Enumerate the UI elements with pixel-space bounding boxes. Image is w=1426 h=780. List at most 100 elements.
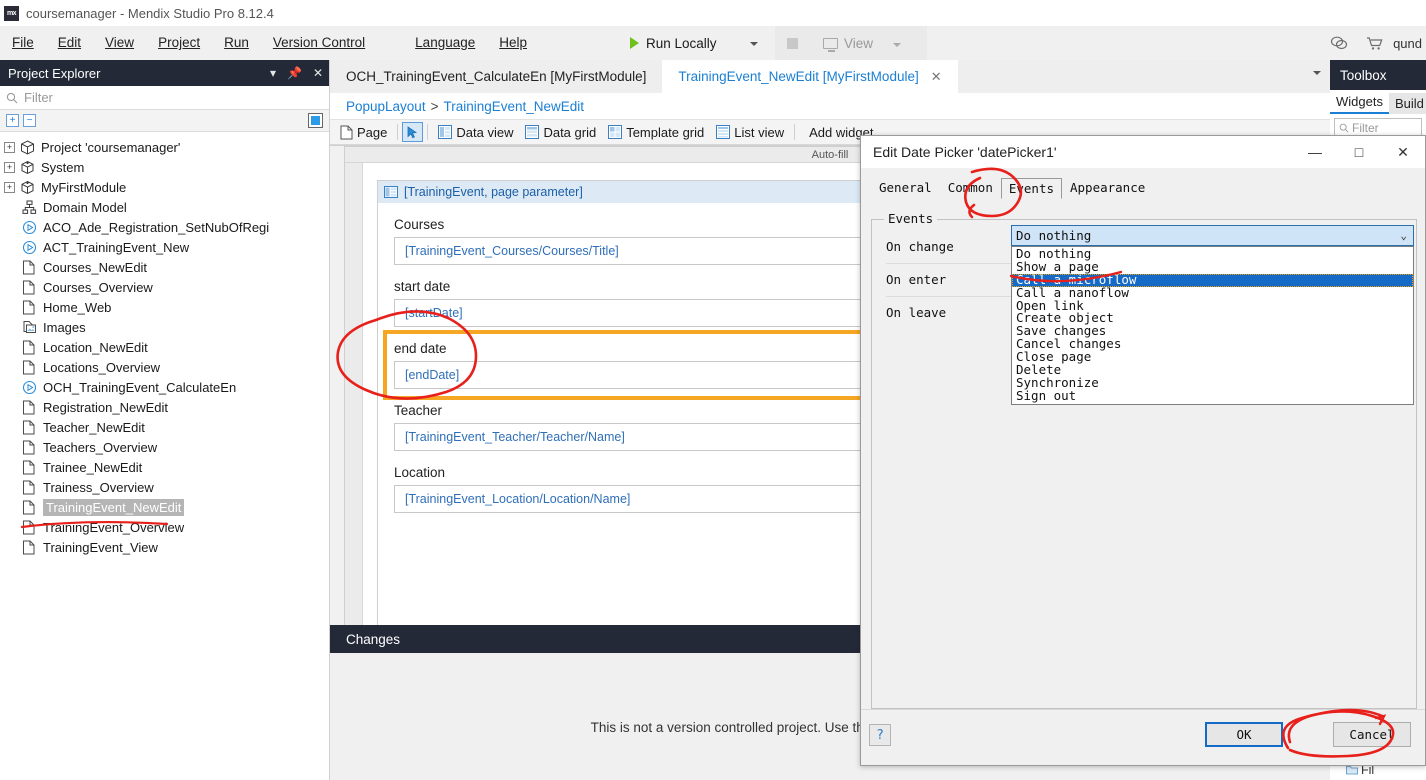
toolbar-page-button[interactable]: Page [334,120,393,144]
tree-item-trainingevent-overview[interactable]: TrainingEvent_Overview [0,517,329,537]
cursor-icon[interactable] [402,122,423,142]
tree-item-och-trainingevent-calculateen[interactable]: OCH_TrainingEvent_CalculateEn [0,377,329,397]
canvas-gutter [345,163,363,685]
dropdown-option-sign-out[interactable]: Sign out [1012,390,1413,403]
tab-appearance[interactable]: Appearance [1062,177,1153,198]
tab-build[interactable]: Build [1389,93,1426,114]
run-dropdown-caret-icon[interactable] [750,42,758,46]
tab-list-dropdown-icon[interactable] [1313,71,1321,75]
editor-tab-och-trainingevent-calculateen[interactable]: OCH_TrainingEvent_CalculateEn [MyFirstMo… [330,60,662,93]
menu-item-view[interactable]: View [93,26,146,60]
tree-item-project-coursemanager[interactable]: +Project 'coursemanager' [0,137,329,157]
tree-item-domain-model[interactable]: Domain Model [0,197,329,217]
tab-widgets[interactable]: Widgets [1330,91,1389,114]
tree-item-label: System [41,160,84,175]
module-icon [20,180,37,195]
project-tree[interactable]: +Project 'coursemanager'+System+MyFirstM… [0,132,329,557]
dialog-tabs[interactable]: General Common Events Appearance [861,176,1425,198]
chevron-down-icon[interactable]: ▾ [270,66,276,80]
on-change-combobox[interactable]: Do nothing ⌄ [1011,225,1414,246]
tree-expander-icon[interactable]: + [4,142,15,153]
tree-item-act-trainingevent-new[interactable]: ACT_TrainingEvent_New [0,237,329,257]
toolbar-template-grid-button[interactable]: Template grid [602,120,710,144]
monitor-icon [823,38,838,49]
tree-item-locations-overview[interactable]: Locations_Overview [0,357,329,377]
dialog-footer: ? OK Cancel [861,709,1425,765]
breadcrumb-parent[interactable]: PopupLayout [346,99,426,114]
toolbar-page-label: Page [357,125,387,140]
chat-icon[interactable] [1330,36,1348,50]
collapse-all-button[interactable]: − [23,114,36,127]
tree-item-registration-newedit[interactable]: Registration_NewEdit [0,397,329,417]
explorer-filter-row[interactable]: Filter [0,86,329,110]
tree-item-aco-ade-registration-setnubofregi[interactable]: ACO_Ade_Registration_SetNubOfRegi [0,217,329,237]
menu-item-version-control[interactable]: Version Control [261,26,377,60]
menu-item-language[interactable]: Language [403,26,487,60]
tree-expander-icon[interactable]: + [4,182,15,193]
account-name[interactable]: qund [1393,36,1422,51]
editor-tab-trainingevent-newedit[interactable]: TrainingEvent_NewEdit [MyFirstModule] ✕ [662,60,957,93]
tree-item-images[interactable]: Images [0,317,329,337]
tree-item-courses-newedit[interactable]: Courses_NewEdit [0,257,329,277]
toolbox-tabs[interactable]: Widgets Build [1330,90,1426,114]
tree-item-trainee-newedit[interactable]: Trainee_NewEdit [0,457,329,477]
images-icon [22,320,39,335]
menu-item-run[interactable]: Run [212,26,261,60]
page-icon [22,300,39,315]
events-group-legend: Events [884,211,937,226]
dropdown-option-close-page[interactable]: Close page [1012,351,1413,364]
help-icon[interactable]: ? [869,724,891,746]
toolbar-data-grid-label: Data grid [543,125,596,140]
tree-item-home-web[interactable]: Home_Web [0,297,329,317]
tree-item-teacher-newedit[interactable]: Teacher_NewEdit [0,417,329,437]
close-icon[interactable]: ✕ [931,69,942,85]
page-icon [22,420,39,435]
view-label: View [844,36,873,51]
pin-icon[interactable]: 📌 [287,66,302,80]
ok-button[interactable]: OK [1205,722,1283,747]
close-icon[interactable]: ✕ [313,66,323,80]
menu-item-edit[interactable]: Edit [46,26,93,60]
maximize-icon[interactable]: □ [1337,136,1381,168]
edit-date-picker-dialog: Edit Date Picker 'datePicker1' — □ ✕ Gen… [860,135,1426,766]
on-change-selected-value: Do nothing [1016,228,1091,243]
tab-common[interactable]: Common [940,177,1001,198]
tree-expander-icon[interactable]: + [4,162,15,173]
breadcrumb-current[interactable]: TrainingEvent_NewEdit [443,99,584,114]
chevron-down-icon[interactable]: ⌄ [1400,229,1407,242]
tab-events[interactable]: Events [1001,178,1062,199]
tree-item-courses-overview[interactable]: Courses_Overview [0,277,329,297]
toolbar-data-view-button[interactable]: Data view [432,120,519,144]
editor-tabstrip[interactable]: OCH_TrainingEvent_CalculateEn [MyFirstMo… [330,60,1330,93]
menu-item-file[interactable]: File [0,26,46,60]
sync-with-editor-icon[interactable] [308,113,323,128]
tree-item-trainess-overview[interactable]: Trainess_Overview [0,477,329,497]
toolbar-template-grid-label: Template grid [626,125,704,140]
tree-item-trainingevent-view[interactable]: TrainingEvent_View [0,537,329,557]
menu-item-project[interactable]: Project [146,26,212,60]
microflow-icon [22,380,39,395]
minimize-icon[interactable]: — [1293,136,1337,168]
tree-item-label: OCH_TrainingEvent_CalculateEn [43,380,236,395]
tab-general[interactable]: General [871,177,940,198]
menu-item-help[interactable]: Help [487,26,539,60]
view-toolgroup[interactable]: View [775,26,927,60]
on-change-dropdown-list[interactable]: Do nothingShow a pageCall a microflowCal… [1011,246,1414,405]
tree-item-location-newedit[interactable]: Location_NewEdit [0,337,329,357]
tree-item-teachers-overview[interactable]: Teachers_Overview [0,437,329,457]
toolbar-data-grid-button[interactable]: Data grid [519,120,602,144]
toolbar-divider [427,124,428,140]
toolbar-list-view-button[interactable]: List view [710,120,790,144]
page-icon [22,260,39,275]
tree-item-myfirstmodule[interactable]: +MyFirstModule [0,177,329,197]
stop-icon[interactable] [787,38,798,49]
tree-item-trainingevent-newedit[interactable]: TrainingEvent_NewEdit [0,497,329,517]
cart-icon[interactable] [1366,36,1384,51]
view-dropdown-caret-icon[interactable] [893,43,901,47]
cancel-button[interactable]: Cancel [1333,722,1411,747]
tree-item-system[interactable]: + System [0,157,329,177]
row-on-enter-label: On enter [886,263,946,296]
page-icon [22,360,39,375]
expand-all-button[interactable]: + [6,114,19,127]
close-icon[interactable]: ✕ [1381,136,1425,168]
